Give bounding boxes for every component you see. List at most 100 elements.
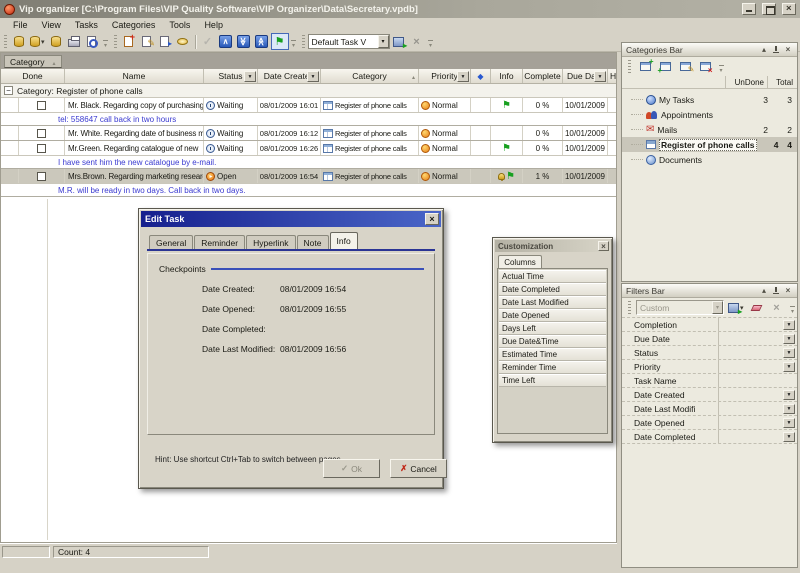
- toolbar-overflow-handle[interactable]: [789, 300, 797, 315]
- category-item-mails[interactable]: Mails 2 2: [622, 122, 797, 137]
- toolbar-grip[interactable]: [302, 35, 305, 48]
- done-checkbox[interactable]: [37, 172, 46, 181]
- pin-icon[interactable]: [770, 44, 782, 55]
- combobox-caret-icon[interactable]: [712, 301, 723, 314]
- column-option[interactable]: Reminder Time: [499, 361, 606, 374]
- open-database-icon[interactable]: [28, 33, 47, 50]
- column-header-category[interactable]: Category: [321, 69, 419, 83]
- column-header-reminder[interactable]: [471, 69, 491, 83]
- category-item-register-of-phone-calls[interactable]: Register of phone calls 4 4: [622, 137, 797, 152]
- dialog-tab[interactable]: Reminder: [194, 235, 245, 249]
- title-bar[interactable]: Vip organizer [C:\Program Files\VIP Qual…: [0, 0, 800, 18]
- edit-task-icon[interactable]: [138, 33, 156, 50]
- view-note-icon[interactable]: [174, 33, 192, 50]
- column-header-status[interactable]: Status: [204, 69, 258, 83]
- complete-task-icon[interactable]: [156, 33, 174, 50]
- combobox-caret-icon[interactable]: [378, 35, 389, 48]
- menu-item[interactable]: Tools: [162, 20, 197, 30]
- category-item-documents[interactable]: Documents: [622, 152, 797, 167]
- menu-item[interactable]: Help: [197, 20, 230, 30]
- collapse-panel-icon[interactable]: [758, 44, 770, 55]
- column-option[interactable]: Days Left: [499, 322, 606, 335]
- filter-dropdown-icon[interactable]: [783, 432, 795, 442]
- close-button[interactable]: [782, 3, 796, 15]
- task-note-row[interactable]: M.R. will be ready in two days. Call bac…: [1, 184, 616, 197]
- edit-task-titlebar[interactable]: Edit Task: [141, 211, 441, 227]
- column-header-date-created[interactable]: Date Created: [258, 69, 321, 83]
- delete-category-icon[interactable]: [696, 58, 714, 75]
- toolbar-grip[interactable]: [628, 301, 631, 314]
- menu-item[interactable]: View: [35, 20, 68, 30]
- dropdown-caret-icon[interactable]: [41, 38, 45, 46]
- undone-column-header[interactable]: UnDone: [725, 76, 767, 88]
- move-to-top-icon[interactable]: [253, 33, 271, 50]
- clear-filter-icon[interactable]: [748, 299, 766, 316]
- task-view-combobox[interactable]: Default Task V: [308, 34, 390, 49]
- toolbar-overflow-handle[interactable]: [427, 34, 435, 49]
- category-item-appointments[interactable]: Appointments: [622, 107, 797, 122]
- close-icon[interactable]: [598, 241, 609, 251]
- collapse-group-icon[interactable]: [4, 86, 13, 95]
- delete-view-icon[interactable]: [408, 33, 426, 50]
- filter-dropdown-icon[interactable]: [783, 320, 795, 330]
- category-item-my-tasks[interactable]: My Tasks 3 3: [622, 92, 797, 107]
- toolbar-grip[interactable]: [628, 60, 631, 73]
- column-option[interactable]: Date Opened: [499, 309, 606, 322]
- ok-button[interactable]: Ok: [323, 459, 380, 478]
- column-option[interactable]: Due Date&Time: [499, 335, 606, 348]
- filter-dropdown-icon[interactable]: [783, 334, 795, 344]
- filter-dropdown-icon[interactable]: [783, 418, 795, 428]
- due-date-filter-icon[interactable]: [594, 71, 606, 82]
- column-option[interactable]: Estimated Time: [499, 348, 606, 361]
- menu-item[interactable]: Categories: [105, 20, 163, 30]
- group-by-category-button[interactable]: Category: [4, 55, 62, 68]
- done-checkbox[interactable]: [37, 144, 46, 153]
- close-icon[interactable]: [425, 213, 439, 225]
- filter-dropdown-icon[interactable]: [783, 348, 795, 358]
- categories-bar-titlebar[interactable]: Categories Bar: [622, 43, 797, 57]
- column-header-complete[interactable]: Complete: [523, 69, 563, 83]
- close-panel-icon[interactable]: [782, 44, 794, 55]
- filters-bar-titlebar[interactable]: Filters Bar: [622, 284, 797, 298]
- collapse-panel-icon[interactable]: [758, 285, 770, 296]
- apply-filter-icon[interactable]: [726, 299, 746, 316]
- backup-database-icon[interactable]: [47, 33, 65, 50]
- new-subcategory-icon[interactable]: [656, 58, 674, 75]
- column-option[interactable]: Time Left: [499, 374, 606, 387]
- dialog-tab[interactable]: Note: [297, 235, 329, 249]
- column-option[interactable]: Date Completed: [499, 283, 606, 296]
- column-header-hype[interactable]: Hype: [608, 69, 616, 83]
- filter-preset-combobox[interactable]: Custom: [636, 300, 724, 315]
- total-column-header[interactable]: Total: [767, 76, 797, 88]
- column-header-info[interactable]: Info: [491, 69, 523, 83]
- cancel-button[interactable]: Cancel: [390, 459, 447, 478]
- close-panel-icon[interactable]: [782, 285, 794, 296]
- column-header-priority[interactable]: Priority: [419, 69, 471, 83]
- dialog-tab[interactable]: Info: [330, 232, 358, 249]
- apply-view-icon[interactable]: [390, 33, 408, 50]
- toolbar-overflow-handle[interactable]: [290, 34, 298, 49]
- move-up-icon[interactable]: [217, 33, 235, 50]
- maximize-button[interactable]: [762, 3, 776, 15]
- toolbar-overflow-handle[interactable]: [102, 34, 110, 49]
- column-option[interactable]: Date Last Modified: [499, 296, 606, 309]
- toolbar-grip[interactable]: [114, 35, 117, 48]
- column-header-name[interactable]: Name: [65, 69, 204, 83]
- delete-filter-icon[interactable]: [768, 299, 786, 316]
- edit-category-icon[interactable]: [676, 58, 694, 75]
- done-checkbox[interactable]: [37, 129, 46, 138]
- date-created-filter-icon[interactable]: [307, 71, 319, 82]
- toolbar-overflow-handle[interactable]: [717, 59, 725, 74]
- minimize-button[interactable]: [742, 3, 756, 15]
- toolbar-grip[interactable]: [4, 35, 7, 48]
- move-to-bottom-icon[interactable]: [235, 33, 253, 50]
- new-task-icon[interactable]: [120, 33, 138, 50]
- task-row[interactable]: Mrs.Brown. Regarding marketing research.…: [1, 169, 616, 184]
- task-note-row[interactable]: I have sent him the new catalogue by e-m…: [1, 156, 616, 169]
- new-database-icon[interactable]: [10, 33, 28, 50]
- status-filter-icon[interactable]: [244, 71, 256, 82]
- pin-icon[interactable]: [770, 285, 782, 296]
- filter-dropdown-icon[interactable]: [783, 390, 795, 400]
- dialog-tab[interactable]: Hyperlink: [246, 235, 295, 249]
- group-row[interactable]: Category: Register of phone calls: [1, 84, 616, 98]
